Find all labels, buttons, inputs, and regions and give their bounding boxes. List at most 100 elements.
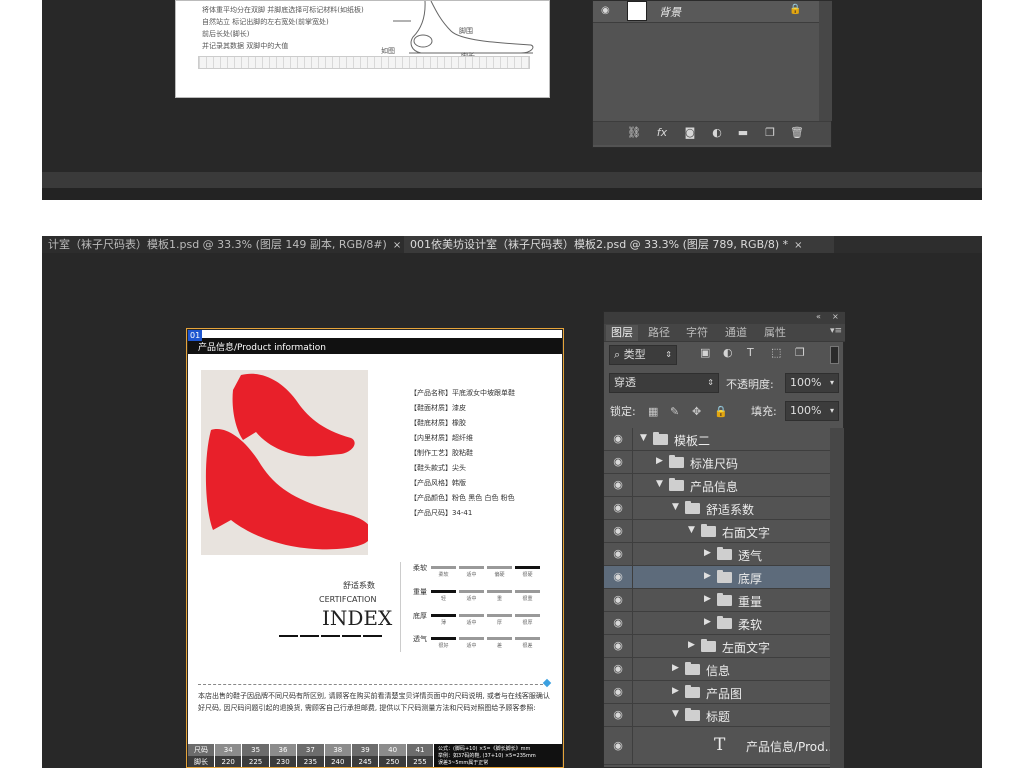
tab-label: 001依美坊设计室（袜子尺码表）模板2.psd @ 33.3% (图层 789,… [410, 238, 789, 251]
layer-row[interactable]: ◉ ▶ 底厚 [604, 566, 830, 589]
lock-move-icon[interactable]: ✥ [692, 405, 701, 418]
layer-name: 透气 [738, 549, 763, 563]
lock-all-icon[interactable]: 🔒 [714, 405, 728, 418]
layer-row-background[interactable]: ◉ 背景 🔒 [593, 1, 819, 23]
folder-icon[interactable]: ▬ [736, 126, 750, 140]
chevron-right-icon[interactable]: ▶ [704, 617, 711, 627]
lock-icon: 🔒 [789, 4, 802, 15]
layer-row[interactable]: ◉ ▼ 产品信息 [604, 474, 830, 497]
close-icon[interactable]: × [794, 240, 802, 251]
chevron-right-icon[interactable]: ▶ [656, 456, 663, 466]
trash-icon[interactable]: 🗑 [790, 126, 804, 140]
tab-template2[interactable]: 001依美坊设计室（袜子尺码表）模板2.psd @ 33.3% (图层 789,… [404, 236, 834, 253]
mask-icon[interactable]: ◙ [683, 126, 697, 140]
eye-icon[interactable]: ◉ [601, 5, 610, 16]
guide-line: 自然站立 标记出脚的左右宽处(前掌宽处) [202, 18, 329, 26]
adjustment-icon[interactable]: ◐ [710, 126, 724, 140]
tab-layers[interactable]: 图层 [606, 325, 638, 341]
lock-transparent-icon[interactable]: ▦ [648, 405, 658, 418]
metric-bar-segment [487, 566, 512, 569]
lock-paint-icon[interactable]: ✎ [670, 405, 679, 418]
link-icon[interactable]: ⛓ [627, 126, 641, 140]
layer-row[interactable]: ◉ ▶ 信息 [604, 658, 830, 681]
layers-scrollbar[interactable] [830, 428, 844, 768]
layer-row[interactable]: ◉ ▼ 舒适系数 [604, 497, 830, 520]
tab-properties[interactable]: 属性 [759, 325, 791, 341]
panel-menu-icon[interactable]: ▾≡ [830, 326, 842, 336]
eye-icon[interactable]: ◉ [604, 727, 633, 764]
chevron-down-icon[interactable]: ▼ [672, 502, 679, 512]
panel-scrollbar[interactable] [819, 1, 832, 121]
tab-paths[interactable]: 路径 [643, 325, 675, 341]
metric-label: 重量 [413, 588, 427, 596]
layer-row[interactable]: ◉ ▼ 标题 [604, 704, 830, 727]
chevron-down-icon[interactable]: ▼ [688, 525, 695, 535]
panel-titlebar: « × [604, 312, 845, 324]
layer-row[interactable]: ◉ ▶ 柔软 [604, 612, 830, 635]
eye-icon[interactable]: ◉ [604, 612, 633, 634]
tab-template1[interactable]: 计室（袜子尺码表）模板1.psd @ 33.3% (图层 149 副本, RGB… [42, 236, 404, 253]
eye-icon[interactable]: ◉ [604, 566, 633, 588]
layer-row[interactable]: ◉ T 产品信息/Prod... [604, 727, 836, 765]
eye-icon[interactable]: ◉ [604, 589, 633, 611]
doc-header-title: 产品信息/Product information [198, 343, 327, 353]
eye-icon[interactable]: ◉ [604, 658, 633, 680]
metric-bar-segment [515, 637, 540, 640]
panel-toolbar: ⛓ fx ◙ ◐ ▬ ❐ 🗑 [593, 121, 831, 145]
filter-toggle[interactable] [830, 346, 839, 364]
eye-icon[interactable]: ◉ [604, 520, 633, 542]
chevron-right-icon[interactable]: ▶ [688, 640, 695, 650]
size-table-cell: 36 [269, 744, 298, 756]
size-table-cell: 尺码 [188, 744, 215, 756]
tab-character[interactable]: 字符 [681, 325, 713, 341]
top-layers-panel: ◉ 背景 🔒 ⛓ fx ◙ ◐ ▬ ❐ 🗑 [592, 0, 832, 148]
diagram-label-see: 如图 [381, 47, 395, 55]
chevron-down-icon[interactable]: ▼ [656, 479, 663, 489]
chevron-right-icon[interactable]: ▶ [704, 548, 711, 558]
eye-icon[interactable]: ◉ [604, 428, 633, 450]
layer-row[interactable]: ◉ ▶ 重量 [604, 589, 830, 612]
close-icon[interactable]: × [393, 240, 401, 251]
size-table-cell: 41 [406, 744, 435, 756]
eye-icon[interactable]: ◉ [604, 474, 633, 496]
layer-row[interactable]: ◉ ▶ 透气 [604, 543, 830, 566]
folder-icon [685, 685, 700, 698]
layer-row[interactable]: ◉ ▶ 左面文字 [604, 635, 830, 658]
opacity-input[interactable]: 100% ▾ [785, 373, 839, 393]
blend-mode-select[interactable]: 穿透 ⇕ [609, 373, 719, 393]
eye-icon[interactable]: ◉ [604, 704, 633, 726]
image-filter-icon[interactable]: ▣ [700, 346, 710, 359]
size-table-cell: 38 [324, 744, 352, 756]
tab-channels[interactable]: 通道 [720, 325, 752, 341]
chevron-right-icon[interactable]: ▶ [672, 663, 679, 673]
eye-icon[interactable]: ◉ [604, 497, 633, 519]
new-layer-icon[interactable]: ❐ [763, 126, 777, 140]
dashed-divider [198, 684, 548, 685]
spec-line: 【制作工艺】胶粘鞋 [410, 449, 473, 457]
adjustment-filter-icon[interactable]: ◐ [723, 346, 733, 359]
size-table-cell: 35 [242, 744, 270, 756]
chevron-down-icon[interactable]: ▼ [672, 709, 679, 719]
chevron-right-icon[interactable]: ▶ [672, 686, 679, 696]
eye-icon[interactable]: ◉ [604, 681, 633, 703]
text-filter-icon[interactable]: T [747, 346, 754, 359]
layer-row[interactable]: ◉ ▶ 标准尺码 [604, 451, 830, 474]
eye-icon[interactable]: ◉ [604, 451, 633, 473]
eye-icon[interactable]: ◉ [604, 543, 633, 565]
collapse-icon[interactable]: « [816, 312, 821, 321]
chevron-right-icon[interactable]: ▶ [704, 594, 711, 604]
filter-kind-select[interactable]: ⌕ 类型 ⇕ [609, 345, 677, 365]
layer-row[interactable]: ◉ ▼ 模板二 [604, 428, 830, 451]
comfort-index: INDEX [322, 606, 393, 630]
shape-filter-icon[interactable]: ⬚ [771, 346, 781, 359]
smartobject-filter-icon[interactable]: ❐ [795, 346, 805, 359]
chevron-down-icon[interactable]: ▼ [640, 433, 647, 443]
fill-input[interactable]: 100% ▾ [785, 401, 839, 421]
metric-bar-segment [431, 590, 456, 593]
chevron-right-icon[interactable]: ▶ [704, 571, 711, 581]
layer-row[interactable]: ◉ ▼ 右面文字 [604, 520, 830, 543]
layer-row[interactable]: ◉ ▶ 产品图 [604, 681, 830, 704]
fx-icon[interactable]: fx [655, 126, 669, 140]
eye-icon[interactable]: ◉ [604, 635, 633, 657]
close-icon[interactable]: × [832, 312, 839, 321]
